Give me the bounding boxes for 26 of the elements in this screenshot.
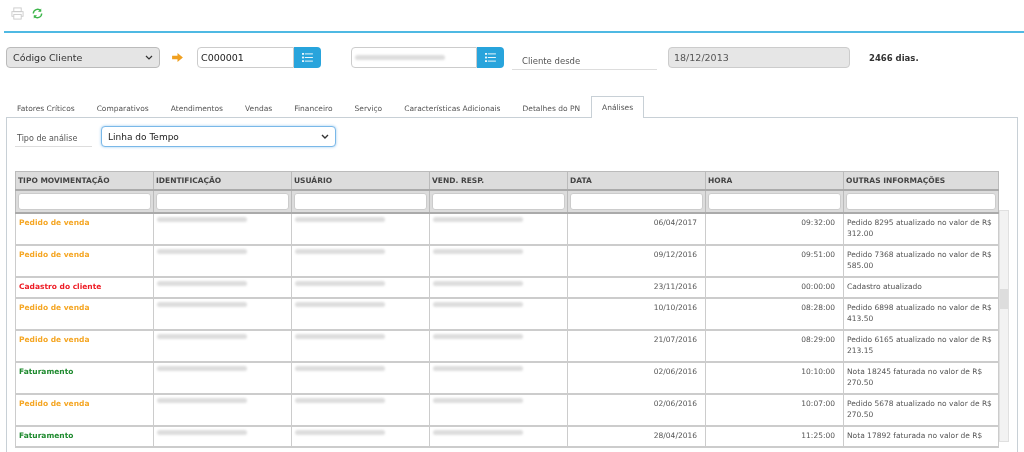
client-name-field[interactable] — [351, 47, 477, 68]
filter-field[interactable] — [846, 193, 996, 210]
scrollbar[interactable] — [999, 210, 1009, 442]
list-button[interactable] — [294, 47, 321, 68]
arrow-right-icon — [172, 53, 183, 62]
client-since-label: Cliente desde — [512, 55, 657, 70]
filter-field[interactable] — [570, 193, 703, 210]
list-icon[interactable] — [485, 53, 496, 62]
field-select[interactable]: Código Cliente — [6, 47, 160, 68]
chevron-down-icon[interactable] — [145, 55, 153, 60]
analysis-type-select[interactable]: Linha do Tempo — [101, 126, 336, 147]
filter-field[interactable] — [294, 193, 427, 210]
analysis-type-label: Tipo de análise — [15, 134, 92, 147]
client-code-field[interactable]: C000001 — [197, 47, 294, 68]
scrollbar-thumb[interactable] — [1000, 289, 1008, 309]
client-since-field[interactable]: 18/12/2013 — [668, 47, 850, 68]
refresh-icon[interactable] — [31, 7, 44, 20]
filter-field[interactable] — [18, 193, 151, 210]
list-icon[interactable] — [302, 53, 313, 62]
days-count: 2466 dias. — [869, 52, 919, 63]
list-button[interactable] — [477, 47, 504, 68]
filter-field[interactable] — [156, 193, 289, 210]
chevron-down-icon[interactable] — [321, 134, 329, 139]
filter-field[interactable] — [432, 193, 565, 210]
filter-field[interactable] — [708, 193, 841, 210]
printer-icon[interactable] — [11, 7, 24, 20]
